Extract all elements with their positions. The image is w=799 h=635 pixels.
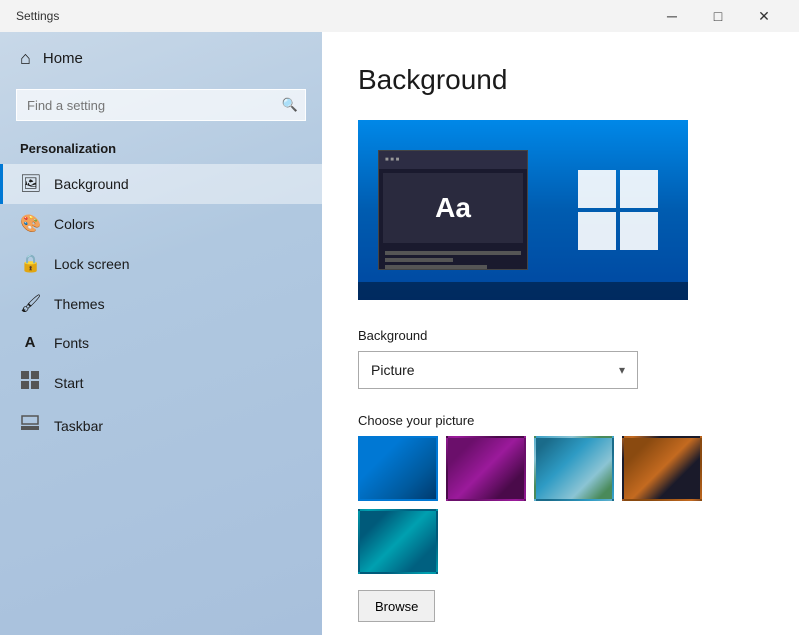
app-title: Settings: [16, 9, 59, 23]
section-title: Personalization: [0, 133, 322, 164]
sidebar-item-background[interactable]: 🖼 Background: [0, 164, 322, 204]
picture-thumb-5[interactable]: [358, 509, 438, 574]
taskbar-icon: [20, 414, 40, 437]
theme-preview-box: ■ ■ ■ Aa: [378, 150, 528, 270]
sidebar-item-background-label: Background: [54, 176, 129, 192]
thumb-inner-5: [360, 511, 436, 572]
preview-taskbar: [358, 282, 688, 300]
sidebar-item-home[interactable]: ⌂ Home: [0, 32, 322, 85]
sidebar: ⌂ Home 🔍 Personalization 🖼 Background 🎨 …: [0, 32, 322, 635]
thumb-inner-2: [448, 438, 524, 499]
lock-icon: 🔒: [20, 254, 40, 274]
page-title: Background: [358, 64, 763, 96]
main-panel: Background ■ ■ ■ A: [322, 32, 799, 635]
win-logo-tr: [620, 170, 658, 208]
maximize-button[interactable]: □: [695, 0, 741, 32]
sidebar-item-themes[interactable]: 🖌 Themes: [0, 284, 322, 324]
desktop-preview: ■ ■ ■ Aa: [358, 120, 688, 300]
picture-thumb-3[interactable]: [534, 436, 614, 501]
fonts-icon: A: [20, 334, 40, 351]
titlebar: Settings ─ □ ✕: [0, 0, 799, 32]
choose-picture-label: Choose your picture: [358, 413, 763, 428]
home-label: Home: [43, 50, 83, 67]
thumb-inner-1: [360, 438, 436, 499]
sidebar-item-fonts-label: Fonts: [54, 335, 89, 351]
theme-aa-text: Aa: [383, 173, 523, 243]
preview-desktop-bg: ■ ■ ■ Aa: [358, 120, 688, 300]
sidebar-item-colors-label: Colors: [54, 216, 94, 232]
preview-bar-2: [385, 258, 453, 262]
windows-logo: [578, 170, 658, 250]
thumb-inner-3: [536, 438, 612, 499]
sidebar-item-start[interactable]: Start: [0, 361, 322, 404]
home-icon: ⌂: [20, 48, 31, 69]
win-logo-tl: [578, 170, 616, 208]
win-logo-bl: [578, 212, 616, 250]
sidebar-item-taskbar-label: Taskbar: [54, 418, 103, 434]
preview-bar-1: [385, 251, 521, 255]
search-icon: 🔍: [282, 97, 298, 113]
sidebar-item-themes-label: Themes: [54, 296, 105, 312]
sidebar-item-lock-screen[interactable]: 🔒 Lock screen: [0, 244, 322, 284]
picture-grid: [358, 436, 763, 574]
picture-thumb-1[interactable]: [358, 436, 438, 501]
sidebar-item-colors[interactable]: 🎨 Colors: [0, 204, 322, 244]
background-dropdown-value: Picture: [371, 362, 415, 378]
start-icon: [20, 371, 40, 394]
themes-icon: 🖌: [20, 294, 40, 314]
window-controls: ─ □ ✕: [649, 0, 787, 32]
close-button[interactable]: ✕: [741, 0, 787, 32]
browse-button[interactable]: Browse: [358, 590, 435, 622]
search-input[interactable]: [16, 89, 306, 121]
picture-thumb-2[interactable]: [446, 436, 526, 501]
colors-icon: 🎨: [20, 214, 40, 234]
sidebar-item-lock-label: Lock screen: [54, 256, 129, 272]
chevron-down-icon: ▾: [619, 363, 625, 377]
sidebar-item-taskbar[interactable]: Taskbar: [0, 404, 322, 447]
win-logo-br: [620, 212, 658, 250]
background-section-label: Background: [358, 328, 763, 343]
sidebar-item-fonts[interactable]: A Fonts: [0, 324, 322, 361]
thumb-inner-4: [624, 438, 700, 499]
background-dropdown[interactable]: Picture ▾: [358, 351, 638, 389]
search-container: 🔍: [16, 89, 306, 121]
app-body: ⌂ Home 🔍 Personalization 🖼 Background 🎨 …: [0, 32, 799, 635]
picture-thumb-4[interactable]: [622, 436, 702, 501]
theme-bars: [379, 247, 527, 276]
minimize-button[interactable]: ─: [649, 0, 695, 32]
sidebar-item-start-label: Start: [54, 375, 84, 391]
theme-title-bar: ■ ■ ■: [379, 151, 527, 169]
background-icon: 🖼: [20, 174, 40, 194]
preview-bar-3: [385, 265, 487, 269]
